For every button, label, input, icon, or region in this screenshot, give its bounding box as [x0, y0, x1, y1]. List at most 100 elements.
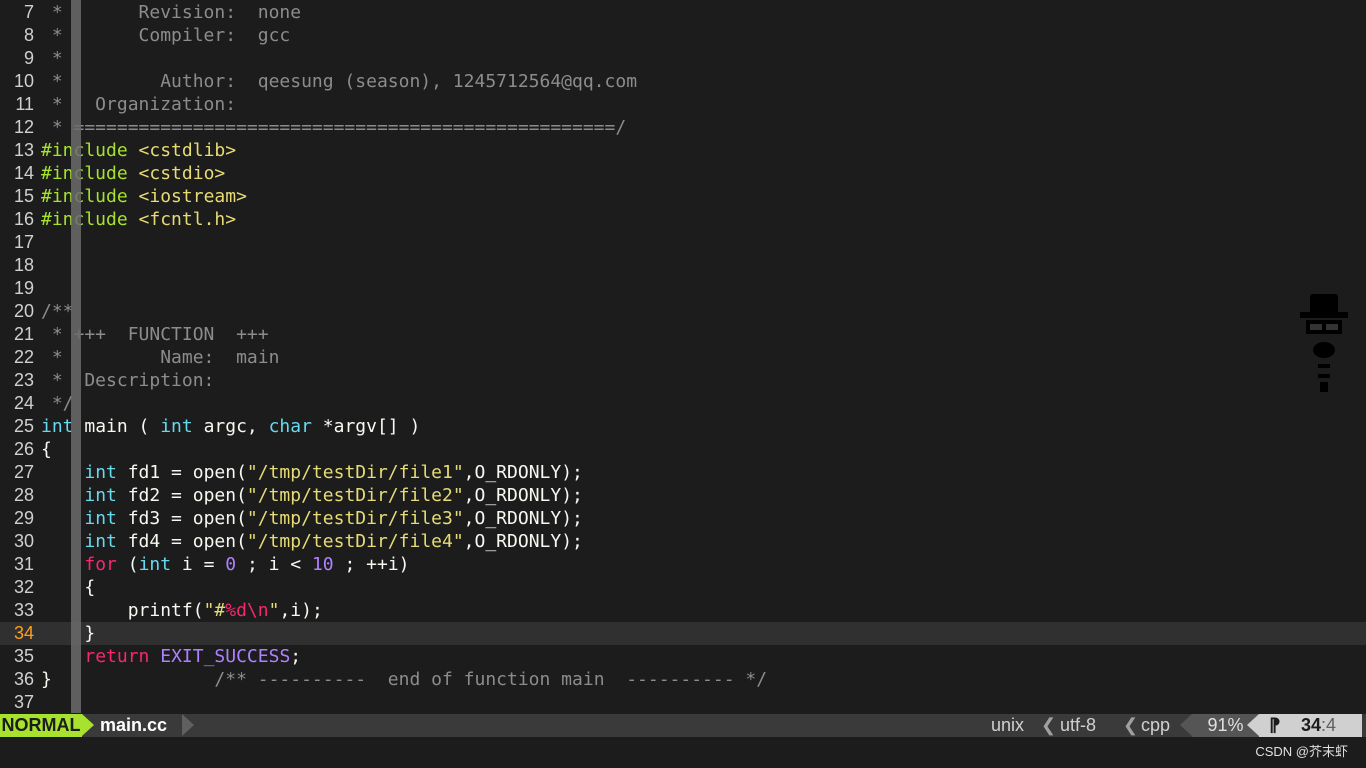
line-number: 31: [13, 554, 34, 574]
code-token: <cstdio>: [138, 163, 226, 184]
line-number: 7: [23, 2, 34, 22]
code-line[interactable]: 35 return EXIT_SUCCESS;: [0, 645, 1366, 668]
code-line[interactable]: 29 int fd3 = open("/tmp/testDir/file3",O…: [0, 507, 1366, 530]
code-token: int: [84, 485, 117, 506]
separator-icon: ❮: [1123, 715, 1139, 735]
code-text: {: [41, 438, 52, 461]
code-line[interactable]: 19: [0, 277, 1366, 300]
code-line[interactable]: 17: [0, 231, 1366, 254]
line-number: 21: [13, 324, 34, 344]
code-line[interactable]: 36} /** ---------- end of function main …: [0, 668, 1366, 691]
code-token: /** ---------- end of function main ----…: [51, 669, 768, 690]
code-token: int: [84, 508, 117, 529]
code-token: ,i);: [279, 600, 323, 621]
line-number: 18: [13, 255, 34, 275]
mode-indicator: NORMAL: [0, 714, 82, 737]
code-line[interactable]: 27 int fd1 = open("/tmp/testDir/file1",O…: [0, 461, 1366, 484]
current-line[interactable]: 34 }: [0, 622, 1366, 645]
code-token: ": [268, 600, 280, 621]
code-line[interactable]: 23 * Description:: [0, 369, 1366, 392]
code-line[interactable]: 30 int fd4 = open("/tmp/testDir/file4",O…: [0, 530, 1366, 553]
command-line[interactable]: [0, 737, 1366, 768]
code-token: EXIT_SUCCESS: [160, 646, 291, 667]
percent-separator-arrow: [1180, 714, 1192, 736]
code-line[interactable]: 25 int main ( int argc, char *argv[] ): [0, 415, 1366, 438]
code-line[interactable]: 21 * +++ FUNCTION +++: [0, 323, 1366, 346]
code-line[interactable]: 37: [0, 691, 1366, 714]
code-text: * Description:: [41, 369, 215, 392]
code-line[interactable]: 15 #include <iostream>: [0, 185, 1366, 208]
line-number-icon: ⁋: [1269, 715, 1281, 735]
code-line[interactable]: 11 * Organization:: [0, 93, 1366, 116]
code-line[interactable]: 18: [0, 254, 1366, 277]
line-number: 14: [13, 163, 34, 183]
code-line[interactable]: 13 #include <cstdlib>: [0, 139, 1366, 162]
code-line[interactable]: 32 {: [0, 576, 1366, 599]
code-token: "/tmp/testDir/file4": [246, 531, 464, 552]
code-line[interactable]: 24 */: [0, 392, 1366, 415]
code-line[interactable]: 14 #include <cstdio>: [0, 162, 1366, 185]
line-number: 15: [13, 186, 34, 206]
status-line: NORMAL main.cc unix ❮ utf-8 ❮ cpp 91% ⁋ …: [0, 714, 1366, 737]
code-text: int fd4 = open("/tmp/testDir/file4",O_RD…: [41, 530, 583, 553]
line-number: 9: [23, 48, 34, 68]
code-line[interactable]: 12 * ===================================…: [0, 116, 1366, 139]
code-token: ;: [290, 646, 302, 667]
code-line[interactable]: 22 * Name: main: [0, 346, 1366, 369]
code-token: /**: [41, 301, 74, 322]
code-token: fd2 = open(: [116, 485, 247, 506]
code-token: ,O_RDONLY);: [463, 462, 583, 483]
line-number: 29: [13, 508, 34, 528]
code-token: fd4 = open(: [116, 531, 247, 552]
line-number: 30: [13, 531, 34, 551]
code-token: "#: [203, 600, 226, 621]
code-token: ; i <: [236, 554, 312, 575]
code-token: "/tmp/testDir/file3": [246, 508, 464, 529]
line-number: 20: [13, 301, 34, 321]
code-line[interactable]: 28 int fd2 = open("/tmp/testDir/file2",O…: [0, 484, 1366, 507]
code-line[interactable]: 20 /**: [0, 300, 1366, 323]
code-line[interactable]: 7 * Revision: none: [0, 1, 1366, 24]
code-text: printf("#%d\n",i);: [41, 599, 323, 622]
code-token: char: [268, 416, 312, 437]
code-token: <iostream>: [138, 186, 247, 207]
code-token: ,O_RDONLY);: [463, 531, 583, 552]
code-text: /**: [41, 300, 74, 323]
line-number: 37: [13, 692, 34, 712]
fileformat-label: unix: [991, 715, 1025, 735]
position-separator-arrow: [1247, 714, 1259, 736]
code-token: <fcntl.h>: [138, 209, 237, 230]
code-token: *: [41, 48, 63, 69]
filetype-label: cpp: [1141, 715, 1171, 735]
line-number: 12: [13, 117, 34, 137]
line-number: 22: [13, 347, 34, 367]
line-number: 36: [13, 669, 34, 689]
code-line[interactable]: 31 for (int i = 0 ; i < 10 ; ++i): [0, 553, 1366, 576]
code-token: i =: [171, 554, 226, 575]
code-line[interactable]: 26 {: [0, 438, 1366, 461]
code-line[interactable]: 10 * Author: qeesung (season), 124571256…: [0, 70, 1366, 93]
code-text: int fd3 = open("/tmp/testDir/file3",O_RD…: [41, 507, 583, 530]
code-line[interactable]: 9 *: [0, 47, 1366, 70]
code-text: for (int i = 0 ; i < 10 ; ++i): [41, 553, 409, 576]
code-token: fd1 = open(: [116, 462, 247, 483]
line-number: 34: [13, 623, 34, 643]
code-token: * Description:: [41, 370, 215, 391]
code-token: for: [84, 554, 117, 575]
code-line[interactable]: 8 * Compiler: gcc: [0, 24, 1366, 47]
code-token: return: [84, 646, 150, 667]
code-token: <cstdlib>: [138, 140, 237, 161]
code-line[interactable]: 33 printf("#%d\n",i);: [0, 599, 1366, 622]
code-token: printf(: [41, 600, 204, 621]
mode-separator-arrow: [82, 714, 94, 736]
line-number: 10: [13, 71, 34, 91]
line-number: 13: [13, 140, 34, 160]
cursor-position: ⁋ 34:4: [1259, 714, 1362, 737]
code-token: 0: [225, 554, 237, 575]
filename-label: main.cc: [100, 715, 168, 735]
line-number: 17: [13, 232, 34, 252]
code-token: {: [41, 439, 52, 460]
code-line[interactable]: 16 #include <fcntl.h>: [0, 208, 1366, 231]
line-number: 32: [13, 577, 34, 597]
